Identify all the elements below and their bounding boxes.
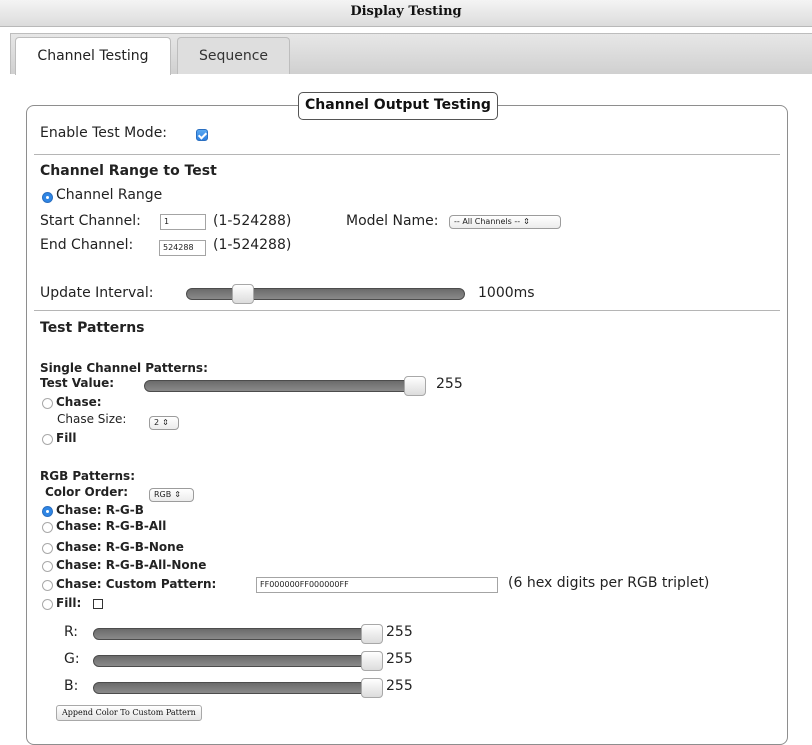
color-order-select[interactable]: RGB ⇕: [149, 488, 194, 502]
select-arrows-icon: ⇕: [162, 418, 169, 427]
window-titlebar: Display Testing: [0, 0, 812, 27]
channel-range-radio-label: Channel Range: [56, 187, 163, 203]
update-interval-label: Update Interval:: [40, 285, 154, 301]
single-chase-label: Chase:: [56, 395, 102, 409]
channel-range-heading: Channel Range to Test: [40, 163, 217, 179]
select-arrows-icon: ⇕: [523, 217, 530, 226]
end-channel-label: End Channel:: [40, 237, 134, 253]
green-slider-thumb[interactable]: [361, 651, 383, 671]
custom-pattern-input[interactable]: FF000000FF000000FF: [256, 577, 498, 593]
start-channel-hint: (1-524288): [213, 213, 292, 229]
red-slider-thumb[interactable]: [361, 624, 383, 644]
single-channel-heading: Single Channel Patterns:: [40, 361, 208, 375]
test-value-slider-thumb[interactable]: [404, 376, 426, 396]
chase-size-label: Chase Size:: [57, 412, 127, 426]
model-name-select-value: -- All Channels --: [454, 217, 521, 226]
rgb-option-label: Chase: Custom Pattern:: [56, 577, 217, 591]
custom-pattern-hint: (6 hex digits per RGB triplet): [508, 575, 710, 591]
update-interval-slider-track[interactable]: [186, 288, 465, 300]
single-fill-radio[interactable]: [42, 434, 53, 445]
blue-slider-label: B:: [64, 678, 79, 694]
start-channel-input[interactable]: 1: [160, 214, 206, 230]
divider: [34, 310, 780, 311]
update-interval-slider-thumb[interactable]: [232, 284, 255, 304]
rgb-option-label: Chase: R-G-B-All: [56, 519, 167, 533]
blue-slider-thumb[interactable]: [361, 678, 383, 698]
rgb-option-radio[interactable]: [42, 543, 53, 554]
append-color-button[interactable]: Append Color To Custom Pattern: [56, 705, 202, 721]
color-order-value: RGB: [154, 490, 172, 499]
panel-legend: Channel Output Testing: [298, 92, 498, 120]
rgb-option-radio[interactable]: [42, 580, 53, 591]
rgb-option-radio[interactable]: [42, 522, 53, 533]
red-slider-track[interactable]: [93, 628, 383, 640]
update-interval-value: 1000ms: [478, 285, 535, 301]
color-order-label: Color Order:: [45, 485, 129, 499]
test-value-label: Test Value:: [40, 376, 115, 390]
red-slider-value: 255: [386, 624, 413, 640]
fill-color-swatch[interactable]: [93, 599, 103, 609]
rgb-option-radio[interactable]: [42, 599, 53, 610]
rgb-option-label: Fill:: [56, 596, 82, 610]
divider: [34, 154, 780, 155]
chase-size-select[interactable]: 2 ⇕: [149, 416, 179, 430]
test-mode-label: Enable Test Mode:: [40, 125, 168, 141]
start-channel-label: Start Channel:: [40, 213, 141, 229]
end-channel-input[interactable]: 524288: [159, 240, 206, 256]
single-chase-radio[interactable]: [42, 398, 53, 409]
rgb-option-radio[interactable]: [42, 561, 53, 572]
window-title: Display Testing: [350, 4, 462, 19]
red-slider-label: R:: [64, 624, 79, 640]
end-channel-hint: (1-524288): [213, 237, 292, 253]
chase-size-value: 2: [154, 418, 160, 427]
test-value-slider-track[interactable]: [144, 380, 426, 392]
model-name-label: Model Name:: [346, 213, 439, 229]
blue-slider-value: 255: [386, 678, 413, 694]
channel-range-radio[interactable]: [42, 192, 53, 203]
model-name-select[interactable]: -- All Channels -- ⇕: [449, 215, 561, 229]
green-slider-label: G:: [64, 651, 80, 667]
green-slider-value: 255: [386, 651, 413, 667]
test-patterns-heading: Test Patterns: [40, 320, 145, 336]
rgb-patterns-heading: RGB Patterns:: [40, 469, 135, 483]
single-fill-label: Fill: [56, 431, 77, 445]
rgb-option-label: Chase: R-G-B-None: [56, 540, 184, 554]
rgb-option-label: Chase: R-G-B-All-None: [56, 558, 207, 572]
tab-channel-testing[interactable]: Channel Testing: [15, 37, 171, 75]
blue-slider-track[interactable]: [93, 682, 383, 694]
tab-bar: Channel Testing Sequence: [10, 33, 812, 75]
green-slider-track[interactable]: [93, 655, 383, 667]
rgb-option-label: Chase: R-G-B: [56, 503, 144, 517]
select-arrows-icon: ⇕: [174, 490, 181, 499]
test-mode-checkbox[interactable]: [196, 129, 208, 141]
tab-sequence[interactable]: Sequence: [177, 37, 290, 74]
rgb-option-radio[interactable]: [42, 506, 53, 517]
test-value-readout: 255: [436, 376, 463, 392]
